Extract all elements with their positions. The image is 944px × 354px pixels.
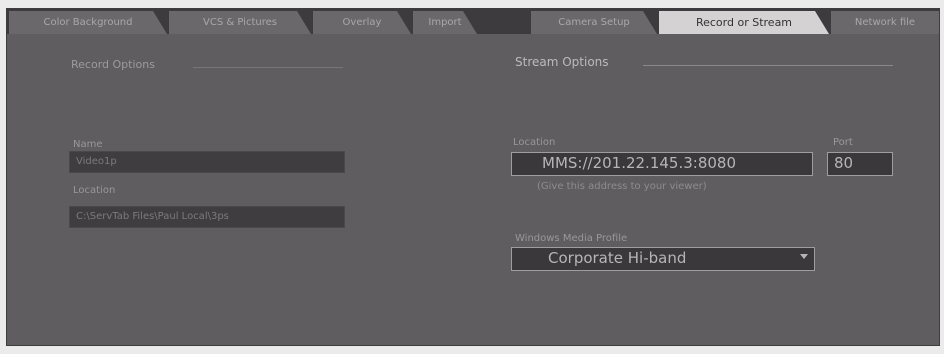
media-profile-value: Corporate Hi-band [548, 249, 687, 267]
record-stream-panel: Color Background VCS & Pictures Overlay … [6, 8, 940, 346]
record-name-label: Name [73, 139, 103, 150]
stream-options-divider [643, 65, 893, 66]
stream-options-title: Stream Options [515, 55, 609, 69]
tab-record-or-stream[interactable]: Record or Stream [659, 11, 829, 34]
stream-location-input[interactable]: MMS://201.22.145.3:8080 [511, 152, 813, 176]
tab-label: VCS & Pictures [203, 17, 277, 28]
tab-network-file[interactable]: Network file [831, 11, 939, 34]
tab-label: Color Background [43, 17, 133, 28]
tab-content: Record Options Name Video1p Location C:\… [7, 34, 939, 345]
tab-label: Network file [854, 17, 916, 28]
tab-blank[interactable] [479, 11, 529, 34]
media-profile-select[interactable]: Corporate Hi-band [511, 247, 815, 271]
chevron-down-icon [800, 254, 808, 259]
tab-camera-setup[interactable]: Camera Setup [531, 11, 657, 34]
stream-port-input[interactable]: 80 [827, 152, 893, 176]
tab-label: Overlay [342, 17, 382, 28]
tab-label: Import [428, 17, 462, 28]
media-profile-label: Windows Media Profile [515, 233, 628, 244]
stream-port-label: Port [833, 137, 853, 148]
tab-vcs-pictures[interactable]: VCS & Pictures [169, 11, 311, 34]
stream-location-label: Location [513, 137, 556, 148]
record-location-input[interactable]: C:\ServTab Files\Paul Local\3ps [69, 206, 345, 228]
tab-label: Camera Setup [558, 17, 630, 28]
record-options-divider [193, 67, 343, 68]
tab-import[interactable]: Import [413, 11, 477, 34]
record-options-title: Record Options [71, 58, 155, 71]
stream-address-hint: (Give this address to your viewer) [537, 181, 707, 192]
tab-label: Record or Stream [695, 16, 793, 29]
tab-bar: Color Background VCS & Pictures Overlay … [7, 9, 939, 34]
record-location-label: Location [73, 185, 116, 196]
record-name-input[interactable]: Video1p [69, 151, 345, 173]
tab-overlay[interactable]: Overlay [313, 11, 411, 34]
tab-color-background[interactable]: Color Background [9, 11, 167, 34]
